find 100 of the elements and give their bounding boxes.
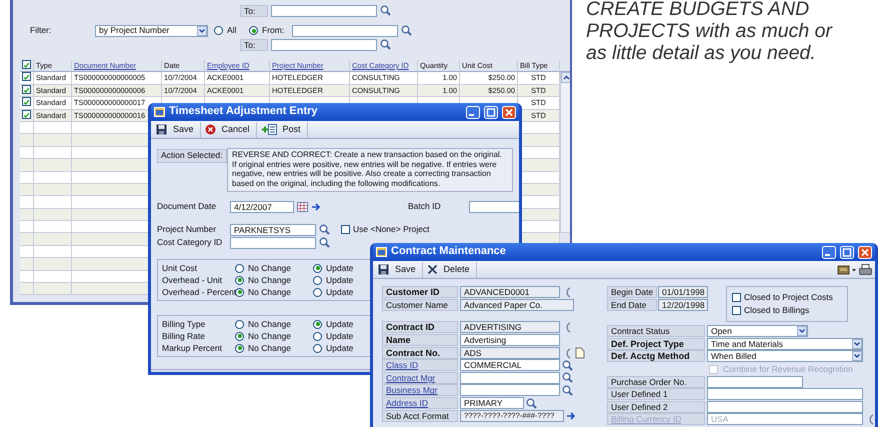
field-label: Project Number [157,224,218,235]
field-label: Name [382,334,458,346]
dropdown[interactable]: by Project Number [95,24,208,36]
minimize-button[interactable] [466,106,480,118]
text-field[interactable]: 01/01/1998 [658,286,708,298]
field-label: To: [240,4,268,16]
dropdown[interactable]: When Billed [707,350,863,362]
option-label: No Change [248,330,292,342]
search-icon[interactable] [562,372,573,384]
text-field[interactable]: 12/20/1998 [658,298,708,311]
toolbox-icon[interactable] [837,264,857,276]
text-field[interactable]: PRIMARY [460,397,524,410]
option-label: Update [326,342,354,354]
printer-icon[interactable] [859,264,872,276]
minimize-button[interactable] [822,246,836,258]
field-label: Customer ID [382,286,458,298]
arrow-icon[interactable] [311,202,321,212]
close-button[interactable] [502,106,516,118]
search-icon[interactable] [319,237,330,248]
dropdown[interactable]: Time and Materials [707,338,863,350]
field-label: Unit Cost [162,262,198,274]
field-label[interactable]: Business Mgr [382,384,458,396]
text-field[interactable]: ADS [460,346,560,359]
radio-button[interactable] [235,344,244,352]
search-icon[interactable] [562,384,573,396]
radio-button[interactable] [313,264,322,272]
toolbar-button[interactable]: Delete [424,262,477,278]
search-icon[interactable] [562,360,573,371]
radio-button[interactable] [313,288,322,296]
search-icon[interactable] [526,398,537,409]
radio-button[interactable] [235,332,244,340]
table-cell [20,172,34,184]
radio-button[interactable] [249,26,258,35]
search-icon[interactable] [401,25,412,36]
text-field[interactable]: ADVERTISING [460,321,560,334]
field-label[interactable]: Class ID [382,359,458,372]
table-cell [34,270,72,284]
field-label: End Date [607,298,657,311]
toolbar-button[interactable]: Save [376,262,423,278]
radio-button[interactable] [313,320,322,328]
checkbox[interactable] [341,225,350,234]
text-field[interactable]: 4/12/2007 [230,200,294,212]
table-cell [20,283,34,296]
search-icon[interactable] [319,224,330,235]
checkbox[interactable] [22,72,31,82]
text-field[interactable] [460,372,560,384]
radio-button[interactable] [235,288,244,296]
text-field[interactable]: Advanced Paper Co. [460,298,574,311]
text-field[interactable]: ADVANCED0001 [460,286,560,298]
maximize-button[interactable] [484,106,498,118]
text-field[interactable] [230,236,316,248]
maximize-button[interactable] [840,246,854,258]
radio-button[interactable] [235,276,244,284]
text-field[interactable] [707,388,863,400]
text-field[interactable]: COMMERCIAL [460,359,560,372]
text-field[interactable] [707,400,863,413]
checkbox[interactable] [732,306,741,315]
toolbar-button[interactable]: Post [258,122,308,138]
field-label: Billing Rate [162,330,206,342]
scroll-up-arrow-icon[interactable] [561,72,570,84]
document-icon[interactable] [575,346,585,359]
option-label: No Change [248,262,292,274]
post-icon [260,124,277,135]
checkbox[interactable] [22,60,31,69]
text-field[interactable] [460,384,560,396]
radio-button[interactable] [313,344,322,352]
option-label: Update [326,330,354,342]
text-field[interactable] [292,24,398,36]
text-field[interactable] [707,376,803,388]
radio-button[interactable] [235,264,244,272]
scrollbar[interactable] [560,72,570,234]
arrow-icon[interactable] [566,410,576,421]
search-icon[interactable] [380,5,391,16]
checkbox[interactable] [732,293,741,302]
caption-text: CREATE BUDGETS AND PROJECTS with as much or as little detail as you need. [586,0,834,64]
radio-button[interactable] [235,320,244,328]
toolbar-button[interactable]: Save [154,122,201,138]
table-cell [34,146,72,160]
close-button[interactable] [858,246,872,258]
field-label[interactable]: Address ID [382,397,458,410]
radio-button[interactable] [313,332,322,340]
search-icon[interactable] [380,39,391,50]
option-label: Update [326,262,354,274]
field-label: Markup Percent [162,342,223,354]
text-field[interactable] [271,38,377,50]
toolbar-button[interactable]: Cancel [202,122,257,138]
radio-button[interactable] [214,26,223,35]
field-label[interactable]: Contract Mgr [382,372,458,384]
field-label: User Defined 2 [607,400,705,413]
checkbox[interactable] [22,97,31,106]
radio-button[interactable] [313,276,322,284]
dropdown[interactable]: Open [707,325,808,338]
field-label: Contract No. [382,346,458,359]
text-field[interactable] [271,4,377,16]
text-field[interactable]: PARKNETSYS [230,224,316,236]
table-cell [20,258,34,271]
table-cell [20,134,34,147]
text-field[interactable]: Advertising [460,334,560,346]
calendar-icon[interactable] [297,202,308,212]
table-cell [34,283,72,296]
